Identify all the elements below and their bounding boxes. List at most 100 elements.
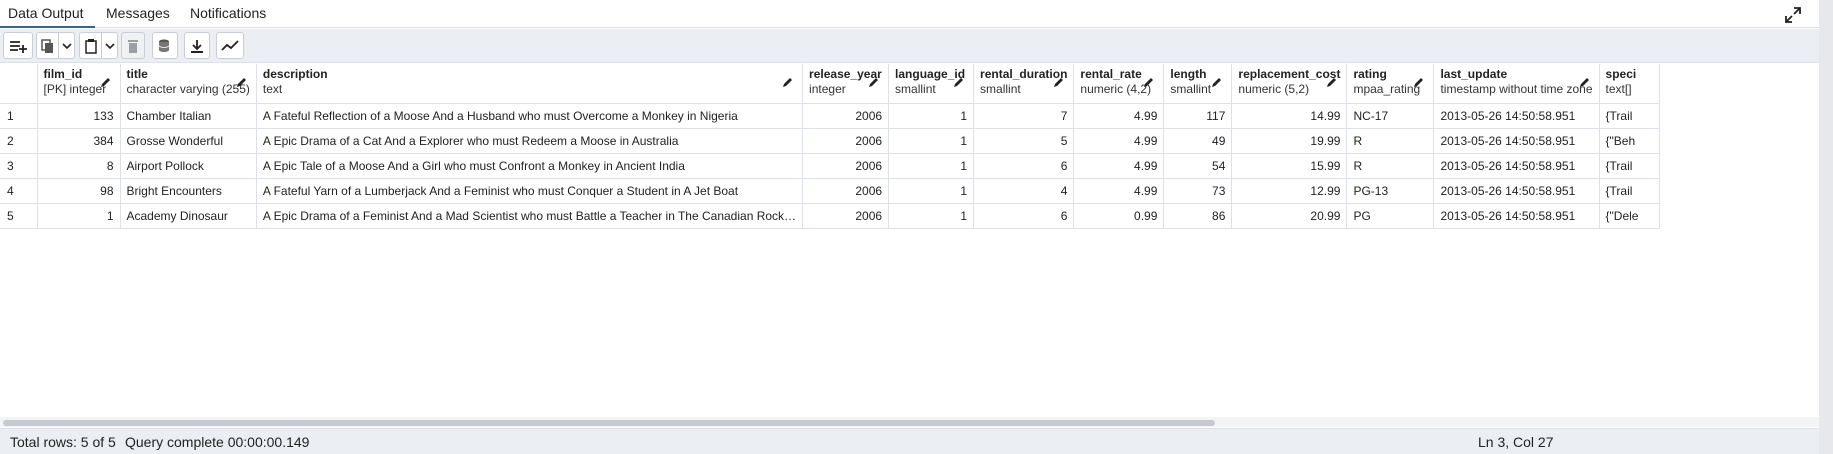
column-header[interactable]: description text: [256, 64, 804, 104]
row-number[interactable]: 5: [0, 203, 38, 229]
cell-last-update[interactable]: 2013-05-26 14:50:58.951: [1433, 178, 1600, 204]
cell-film-id[interactable]: 384: [37, 128, 121, 154]
vertical-scrollbar[interactable]: [1819, 0, 1833, 454]
cell-title[interactable]: Chamber Italian: [120, 103, 257, 129]
cell-description[interactable]: A Epic Tale of a Moose And a Girl who mu…: [256, 153, 804, 179]
cell-language-id[interactable]: 1: [888, 103, 975, 129]
horizontal-scroll-thumb[interactable]: [3, 420, 1215, 426]
column-header[interactable]: speci text[]: [1599, 64, 1660, 104]
cell-film-id[interactable]: 133: [37, 103, 121, 129]
tab-notifications[interactable]: Notifications: [190, 5, 266, 21]
cell-title[interactable]: Airport Pollock: [120, 153, 257, 179]
add-row-button[interactable]: [3, 32, 33, 59]
cell-length[interactable]: 54: [1163, 153, 1233, 179]
cell-special[interactable]: {Trail: [1599, 103, 1660, 129]
cell-description[interactable]: A Epic Drama of a Feminist And a Mad Sci…: [256, 203, 804, 229]
cell-release-year[interactable]: 2006: [802, 178, 890, 204]
cell-release-year[interactable]: 2006: [802, 203, 890, 229]
cell-rental-rate[interactable]: 4.99: [1073, 128, 1165, 154]
copy-options-button[interactable]: [58, 32, 75, 59]
pencil-icon[interactable]: [236, 76, 248, 88]
cell-replacement-cost[interactable]: 12.99: [1231, 178, 1348, 204]
table-row[interactable]: 1 133 Chamber Italian A Fateful Reflection …: [0, 103, 1660, 129]
pencil-icon[interactable]: [1579, 76, 1591, 88]
cell-language-id[interactable]: 1: [888, 153, 975, 179]
pencil-icon[interactable]: [100, 76, 112, 88]
table-row[interactable]: 4 98 Bright Encounters A Fateful Yarn of a …: [0, 178, 1660, 204]
table-row[interactable]: 2 384 Grosse Wonderful A Epic Drama of a Ca…: [0, 128, 1660, 154]
row-number[interactable]: 4: [0, 178, 38, 204]
column-header[interactable]: language_id smallint: [888, 64, 975, 104]
cell-rental-duration[interactable]: 6: [973, 153, 1075, 179]
row-number[interactable]: 3: [0, 153, 38, 179]
cell-special[interactable]: {"Beh: [1599, 128, 1660, 154]
cell-length[interactable]: 73: [1163, 178, 1233, 204]
table-row[interactable]: 5 1 Academy Dinosaur A Epic Drama of a Femi…: [0, 203, 1660, 229]
delete-button[interactable]: [121, 32, 145, 59]
pencil-icon[interactable]: [953, 76, 965, 88]
column-header[interactable]: rating mpaa_rating: [1346, 64, 1435, 104]
row-number[interactable]: 2: [0, 128, 38, 154]
cell-replacement-cost[interactable]: 19.99: [1231, 128, 1348, 154]
column-header[interactable]: rental_duration smallint: [973, 64, 1075, 104]
column-header[interactable]: title character varying (255): [120, 64, 257, 104]
cell-rental-rate[interactable]: 0.99: [1073, 203, 1165, 229]
pencil-icon[interactable]: [1326, 76, 1338, 88]
cell-length[interactable]: 86: [1163, 203, 1233, 229]
cell-replacement-cost[interactable]: 14.99: [1231, 103, 1348, 129]
tab-messages[interactable]: Messages: [106, 5, 170, 21]
save-data-button[interactable]: [152, 32, 178, 59]
column-header[interactable]: rental_rate numeric (4,2): [1073, 64, 1165, 104]
cell-rental-duration[interactable]: 4: [973, 178, 1075, 204]
cell-rental-duration[interactable]: 6: [973, 203, 1075, 229]
pencil-icon[interactable]: [1211, 76, 1223, 88]
cell-language-id[interactable]: 1: [888, 203, 975, 229]
cell-rating[interactable]: R: [1346, 153, 1435, 179]
cell-rental-rate[interactable]: 4.99: [1073, 103, 1165, 129]
copy-button[interactable]: [36, 32, 58, 59]
cell-last-update[interactable]: 2013-05-26 14:50:58.951: [1433, 128, 1600, 154]
paste-options-button[interactable]: [101, 32, 118, 59]
cell-rating[interactable]: PG-13: [1346, 178, 1435, 204]
cell-release-year[interactable]: 2006: [802, 128, 890, 154]
cell-description[interactable]: A Epic Drama of a Cat And a Explorer who…: [256, 128, 804, 154]
cell-language-id[interactable]: 1: [888, 178, 975, 204]
cell-rental-rate[interactable]: 4.99: [1073, 153, 1165, 179]
cell-title[interactable]: Academy Dinosaur: [120, 203, 257, 229]
cell-special[interactable]: {Trail: [1599, 178, 1660, 204]
cell-special[interactable]: {"Dele: [1599, 203, 1660, 229]
pencil-icon[interactable]: [1053, 76, 1065, 88]
cell-length[interactable]: 49: [1163, 128, 1233, 154]
cell-language-id[interactable]: 1: [888, 128, 975, 154]
cell-special[interactable]: {Trail: [1599, 153, 1660, 179]
download-button[interactable]: [184, 32, 210, 59]
cell-replacement-cost[interactable]: 15.99: [1231, 153, 1348, 179]
cell-rental-duration[interactable]: 5: [973, 128, 1075, 154]
column-header[interactable]: film_id [PK] integer: [37, 64, 121, 104]
pencil-icon[interactable]: [1413, 76, 1425, 88]
paste-button[interactable]: [79, 32, 101, 59]
cell-release-year[interactable]: 2006: [802, 153, 890, 179]
pencil-icon[interactable]: [868, 76, 880, 88]
row-number[interactable]: 1: [0, 103, 38, 129]
pencil-icon[interactable]: [782, 76, 794, 88]
cell-rating[interactable]: NC-17: [1346, 103, 1435, 129]
column-header[interactable]: release_year integer: [802, 64, 890, 104]
cell-rental-duration[interactable]: 7: [973, 103, 1075, 129]
cell-film-id[interactable]: 98: [37, 178, 121, 204]
cell-film-id[interactable]: 8: [37, 153, 121, 179]
cell-description[interactable]: A Fateful Yarn of a Lumberjack And a Fem…: [256, 178, 804, 204]
expand-icon[interactable]: [1784, 6, 1802, 24]
cell-title[interactable]: Bright Encounters: [120, 178, 257, 204]
cell-last-update[interactable]: 2013-05-26 14:50:58.951: [1433, 103, 1600, 129]
cell-film-id[interactable]: 1: [37, 203, 121, 229]
cell-last-update[interactable]: 2013-05-26 14:50:58.951: [1433, 203, 1600, 229]
cell-title[interactable]: Grosse Wonderful: [120, 128, 257, 154]
cell-rental-rate[interactable]: 4.99: [1073, 178, 1165, 204]
cell-release-year[interactable]: 2006: [802, 103, 890, 129]
table-row[interactable]: 3 8 Airport Pollock A Epic Tale of a Moose …: [0, 153, 1660, 179]
column-header[interactable]: length smallint: [1163, 64, 1233, 104]
cell-description[interactable]: A Fateful Reflection of a Moose And a Hu…: [256, 103, 804, 129]
cell-replacement-cost[interactable]: 20.99: [1231, 203, 1348, 229]
cell-rating[interactable]: PG: [1346, 203, 1435, 229]
